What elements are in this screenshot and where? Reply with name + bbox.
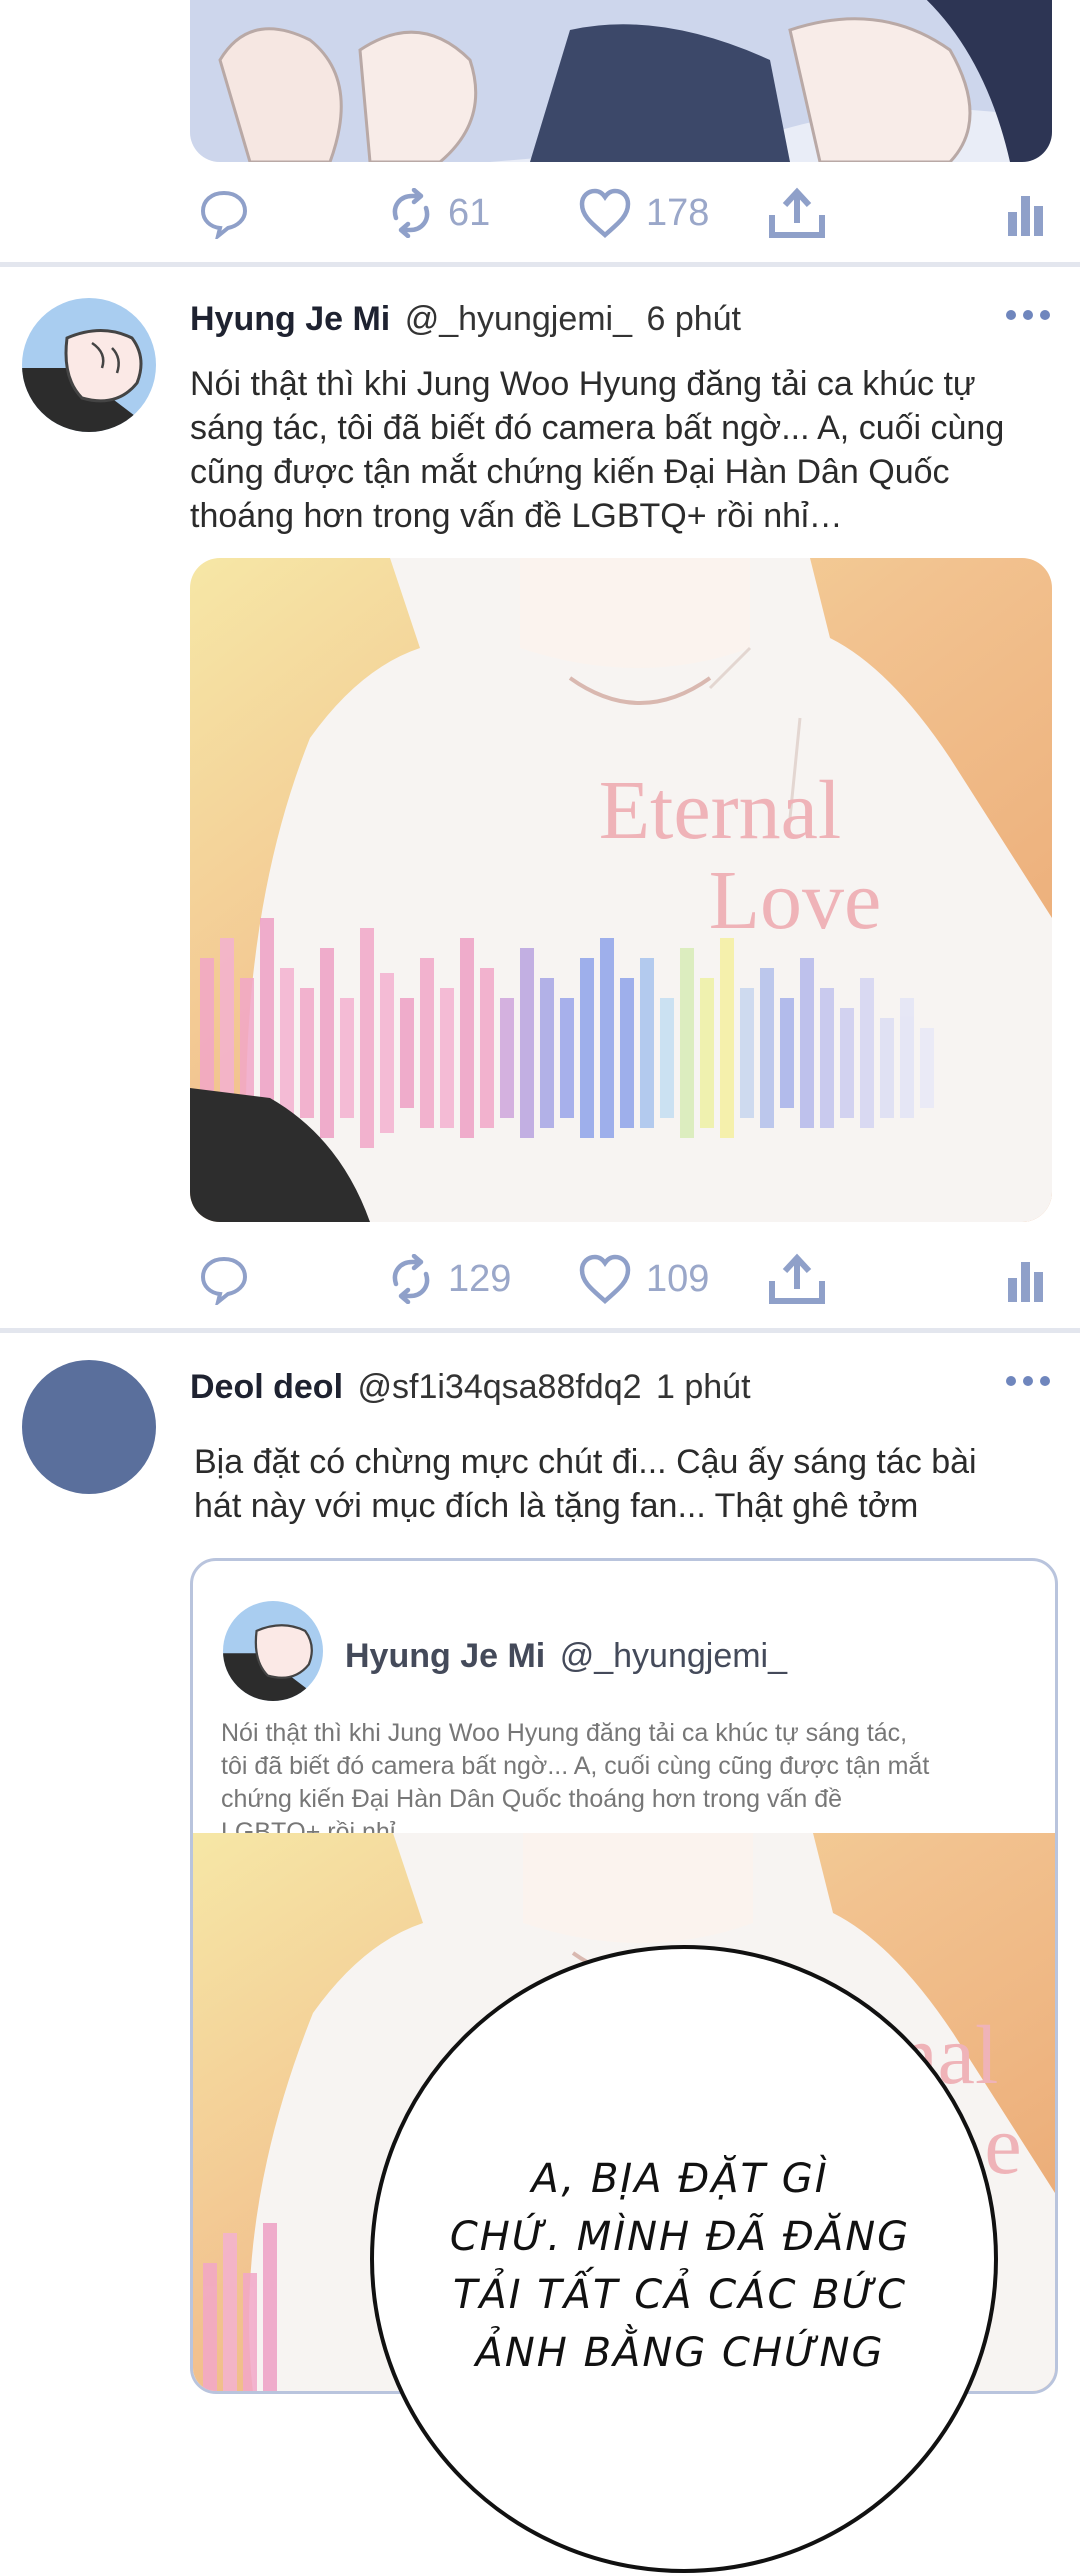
share-icon: [769, 187, 825, 238]
handle[interactable]: @_hyungjemi_: [405, 300, 632, 338]
timestamp: 6 phút: [646, 300, 741, 338]
avatar: [223, 1601, 323, 1701]
tweet0-actions: 61 178: [190, 178, 1050, 248]
speech-line: ẢNH BẰNG CHỨNG: [475, 2330, 885, 2376]
quoted-text: Nói thật thì khi Jung Woo Hyung đăng tải…: [221, 1717, 1021, 1849]
retweet-button[interactable]: 129: [388, 1244, 511, 1314]
handle[interactable]: @sf1i34qsa88fdq2: [357, 1368, 641, 1406]
more-icon[interactable]: [1006, 308, 1050, 322]
tweet-text: Nói thật thì khi Jung Woo Hyung đăng tải…: [190, 362, 1060, 538]
reply-button[interactable]: [198, 178, 250, 248]
divider: [0, 1328, 1080, 1333]
reply-icon: [200, 190, 248, 239]
retweet-button[interactable]: 61: [388, 178, 490, 248]
timestamp: 1 phút: [656, 1368, 751, 1406]
divider: [0, 262, 1080, 267]
tweet2-header: Deol deol @sf1i34qsa88fdq2 1 phút: [190, 1368, 751, 1407]
image-overlay-text: Love: [709, 854, 882, 947]
display-name[interactable]: Hyung Je Mi: [190, 300, 390, 338]
share-button[interactable]: [768, 178, 826, 248]
tweet-text-line: thoáng hơn trong vấn đề LGBTQ+ rồi nhỉ…: [190, 497, 843, 535]
tweet1-header: Hyung Je Mi @_hyungjemi_ 6 phút: [190, 300, 741, 339]
tweet0-image[interactable]: [190, 0, 1052, 162]
more-icon[interactable]: [1006, 1374, 1050, 1388]
analytics-icon: [1008, 1262, 1043, 1302]
tweet1-actions: 129 109: [190, 1244, 1050, 1314]
quoted-display-name: Hyung Je Mi: [345, 1637, 546, 1675]
speech-bubble-text: A, BỊA ĐẶT GÌ CHỨ. MÌNH ĐÃ ĐĂNG TẢI TẤT …: [430, 2150, 930, 2382]
analytics-icon: [1008, 196, 1043, 236]
like-button[interactable]: 178: [578, 178, 709, 248]
tweet-text-line: sáng tác, tôi đã biết đó camera bất ngờ.…: [190, 409, 1005, 447]
like-button[interactable]: 109: [578, 1244, 709, 1314]
retweet-icon: [392, 1254, 430, 1304]
tweet1-image[interactable]: Eternal Love: [190, 558, 1052, 1222]
speech-line: TẢI TẤT CẢ CÁC BỨC: [452, 2272, 908, 2318]
quoted-handle: @_hyungjemi_: [559, 1637, 788, 1675]
like-icon: [579, 188, 631, 239]
like-icon: [579, 1254, 631, 1305]
analytics-button[interactable]: [1008, 178, 1044, 248]
tweet-text-line: Bịa đặt có chừng mực chút đi... Cậu ấy s…: [194, 1443, 977, 1481]
share-icon: [769, 1253, 825, 1304]
reply-button[interactable]: [198, 1244, 250, 1314]
image-overlay-text: e: [984, 2099, 1021, 2192]
tweet-text-line: Nói thật thì khi Jung Woo Hyung đăng tải…: [190, 365, 976, 403]
quoted-text-line: tôi đã biết đó camera bất ngờ... A, cuối…: [221, 1752, 930, 1780]
avatar[interactable]: [22, 298, 156, 432]
retweet-count: 61: [448, 191, 491, 234]
reply-icon: [200, 1256, 248, 1305]
quoted-text-line: Nói thật thì khi Jung Woo Hyung đăng tải…: [221, 1719, 908, 1747]
speech-line: CHỨ. MÌNH ĐÃ ĐĂNG: [449, 2214, 911, 2260]
quoted-header: Hyung Je Mi @_hyungjemi_: [345, 1637, 787, 1676]
retweet-count: 129: [448, 1257, 512, 1300]
avatar[interactable]: [22, 1360, 156, 1494]
tweet-text-line: cũng được tận mắt chứng kiến Đại Hàn Dân…: [190, 453, 950, 491]
retweet-icon: [392, 188, 430, 238]
analytics-button[interactable]: [1008, 1244, 1044, 1314]
quoted-text-line: chứng kiến Đại Hàn Dân Quốc thoáng hơn t…: [221, 1785, 843, 1813]
like-count: 109: [646, 1257, 710, 1300]
speech-line: A, BỊA ĐẶT GÌ: [531, 2156, 829, 2202]
tweet-text: Bịa đặt có chừng mực chút đi... Cậu ấy s…: [194, 1440, 1064, 1528]
tweet-text-line: hát này với mục đích là tặng fan... Thật…: [194, 1487, 919, 1525]
like-count: 178: [646, 191, 710, 234]
display-name[interactable]: Deol deol: [190, 1368, 343, 1406]
image-overlay-text: Eternal: [599, 764, 842, 857]
share-button[interactable]: [768, 1244, 826, 1314]
